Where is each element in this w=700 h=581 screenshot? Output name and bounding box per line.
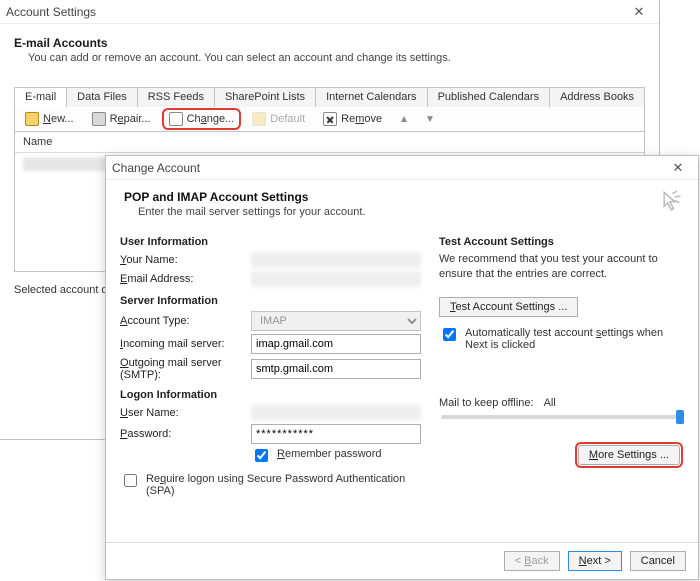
auto-test-checkbox[interactable] [443, 328, 456, 341]
cancel-button[interactable]: Cancel [630, 551, 686, 571]
spa-label: Require logon using Secure Password Auth… [146, 473, 421, 497]
close-icon[interactable]: ✕ [664, 158, 692, 178]
outgoing-server-input[interactable] [251, 359, 421, 379]
settings-toolbar: New... Repair... Change... Default Remov… [14, 107, 645, 132]
label-your-name: Your Name: [120, 254, 245, 266]
section-logon-info: Logon Information [120, 389, 421, 401]
cursor-click-icon [656, 190, 684, 218]
more-settings-button[interactable]: More Settings ... [578, 445, 680, 465]
password-input[interactable] [251, 424, 421, 444]
slider-thumb[interactable] [676, 410, 684, 424]
tab-published-cal[interactable]: Published Calendars [427, 87, 551, 107]
settings-heading: E-mail Accounts [14, 36, 645, 50]
tab-email[interactable]: E-mail [14, 87, 67, 107]
section-test-settings: Test Account Settings [439, 236, 684, 248]
label-user-name: User Name: [120, 407, 245, 419]
user-name-field[interactable] [251, 405, 421, 421]
remember-password-checkbox[interactable] [255, 449, 268, 462]
back-button: < Back [504, 551, 560, 571]
change-account-dialog: Change Account ✕ POP and IMAP Account Se… [105, 155, 699, 580]
test-account-button[interactable]: Test Account Settings ... [439, 297, 578, 317]
account-type-select: IMAP [251, 311, 421, 331]
auto-test-label: Automatically test account settings when… [465, 327, 684, 351]
default-button: Default [248, 111, 309, 127]
email-field[interactable] [251, 271, 421, 287]
label-account-type: Account Type: [120, 315, 245, 327]
list-header-name[interactable]: Name [15, 132, 644, 153]
close-icon[interactable]: ✕ [625, 2, 653, 22]
remember-password-label: Remember password [277, 448, 382, 460]
change-header-sub: Enter the mail server settings for your … [138, 206, 684, 218]
test-settings-text: We recommend that you test your account … [439, 252, 684, 283]
label-outgoing: Outgoing mail server (SMTP): [120, 357, 245, 381]
label-incoming: Incoming mail server: [120, 338, 245, 350]
next-button[interactable]: Next > [568, 551, 622, 571]
mail-offline-value: All [544, 397, 556, 409]
new-button[interactable]: New... [21, 111, 78, 127]
tab-address-books[interactable]: Address Books [549, 87, 645, 107]
change-title: Change Account [112, 161, 664, 175]
section-user-info: User Information [120, 236, 421, 248]
label-password: Password: [120, 428, 245, 440]
move-down-icon[interactable]: ▼ [422, 114, 438, 125]
change-header-title: POP and IMAP Account Settings [124, 190, 684, 204]
tab-rss[interactable]: RSS Feeds [137, 87, 215, 107]
settings-subheading: You can add or remove an account. You ca… [28, 52, 645, 64]
spa-checkbox[interactable] [124, 474, 137, 487]
mail-offline-slider[interactable] [441, 415, 684, 419]
label-email: Email Address: [120, 273, 245, 285]
section-server-info: Server Information [120, 295, 421, 307]
mail-offline-label: Mail to keep offline: [439, 397, 534, 409]
incoming-server-input[interactable] [251, 334, 421, 354]
settings-titlebar: Account Settings ✕ [0, 0, 659, 24]
your-name-field[interactable] [251, 252, 421, 268]
settings-tabs: E-mail Data Files RSS Feeds SharePoint L… [14, 86, 645, 107]
remove-button[interactable]: Remove [319, 111, 386, 127]
move-up-icon[interactable]: ▲ [396, 114, 412, 125]
change-button[interactable]: Change... [165, 111, 239, 127]
change-header: POP and IMAP Account Settings Enter the … [106, 180, 698, 220]
tab-datafiles[interactable]: Data Files [66, 87, 138, 107]
tab-internet-cal[interactable]: Internet Calendars [315, 87, 428, 107]
settings-title: Account Settings [6, 5, 625, 19]
tab-sharepoint[interactable]: SharePoint Lists [214, 87, 316, 107]
repair-button[interactable]: Repair... [88, 111, 155, 127]
change-titlebar: Change Account ✕ [106, 156, 698, 180]
wizard-buttons: < Back Next > Cancel [106, 542, 698, 579]
